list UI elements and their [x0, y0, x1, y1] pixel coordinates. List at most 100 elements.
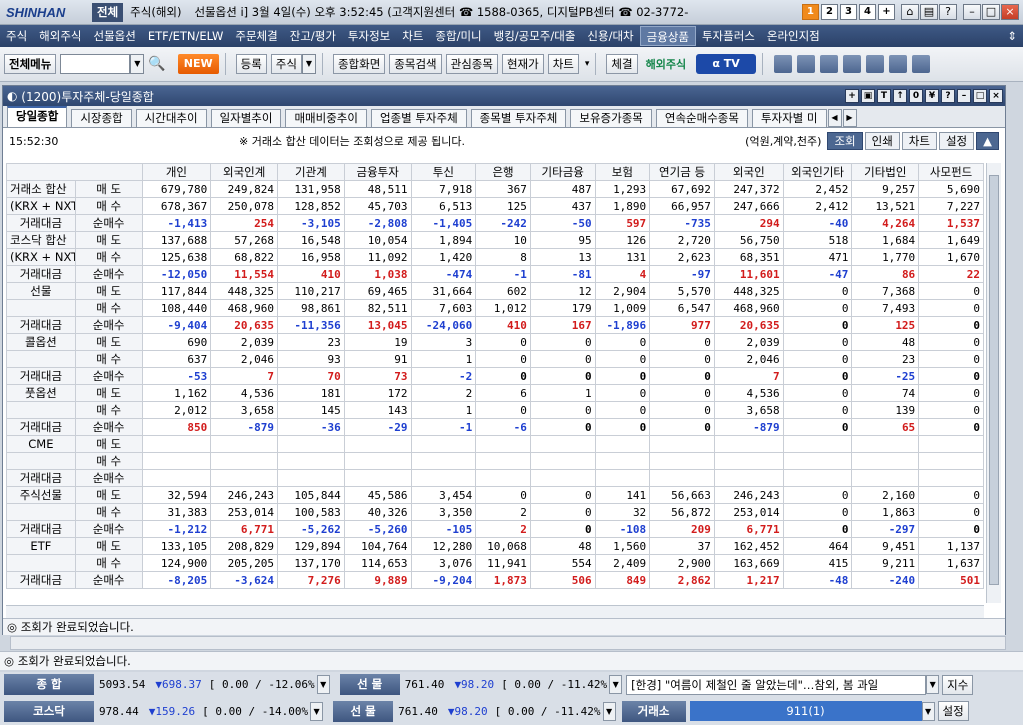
- tab-sector-investor[interactable]: 업종별 투자주체: [370, 109, 467, 127]
- menu-item-banking[interactable]: 뱅킹/공모주/대출: [488, 26, 582, 46]
- menu-item-online-branch[interactable]: 온라인지점: [761, 26, 826, 46]
- menu-item-financial-products[interactable]: 금융상품: [639, 26, 696, 46]
- overseas-stock-link[interactable]: 해외주식: [646, 56, 686, 72]
- menu-item-etf[interactable]: ETF/ETN/ELW: [142, 26, 230, 46]
- chart-button[interactable]: 차트: [547, 54, 579, 74]
- column-header[interactable]: 연기금 등: [649, 163, 715, 181]
- menu-item-stock[interactable]: 주식: [0, 26, 33, 46]
- zero-icon[interactable]: 0: [909, 89, 923, 103]
- stock-dropdown-icon[interactable]: ▼: [301, 54, 316, 74]
- menu-item-invest-info[interactable]: 투자정보: [342, 26, 396, 46]
- watchlist-button[interactable]: 관심종목: [445, 54, 498, 74]
- collapse-button[interactable]: ▲: [976, 132, 999, 150]
- screen-number-input[interactable]: [60, 54, 131, 74]
- home-icon[interactable]: ⌂: [901, 4, 919, 20]
- screen-save-icon[interactable]: [866, 55, 885, 73]
- column-header[interactable]: 사모펀드: [918, 163, 984, 181]
- horizontal-scrollbar[interactable]: [6, 605, 984, 619]
- column-header[interactable]: 보험: [594, 163, 651, 181]
- vertical-scroll-thumb[interactable]: [989, 175, 999, 585]
- tab-daily-trend[interactable]: 일자별추이: [210, 109, 282, 127]
- exchange-dropdown-icon[interactable]: ▼: [921, 701, 935, 721]
- kosdaq-dropdown-icon[interactable]: ▼: [310, 701, 324, 721]
- screen-1-button[interactable]: 1: [802, 4, 819, 20]
- menu-item-order[interactable]: 주문체결: [229, 26, 283, 46]
- column-header[interactable]: 외국인기타: [782, 163, 853, 181]
- alpha-tv-button[interactable]: α TV: [696, 54, 757, 74]
- add-icon[interactable]: +: [845, 89, 859, 103]
- column-header[interactable]: 기관계: [277, 163, 345, 181]
- current-price-button[interactable]: 현재가: [501, 54, 544, 74]
- window-maximize-icon[interactable]: □: [973, 89, 987, 103]
- menu-item-futures[interactable]: 선물옵션: [88, 26, 142, 46]
- query-button[interactable]: 조회: [827, 132, 863, 150]
- menu-item-invest-plus[interactable]: 투자플러스: [696, 26, 761, 46]
- window-layout-icon[interactable]: [843, 55, 862, 73]
- menu-scroll-icon[interactable]: ⇕: [1001, 26, 1023, 46]
- settings-button[interactable]: 설정: [938, 132, 975, 150]
- column-header[interactable]: 기타금융: [529, 163, 596, 181]
- add-screen-button[interactable]: +: [878, 4, 895, 20]
- tab-next-icon[interactable]: ▶: [842, 109, 857, 127]
- menu-item-mini[interactable]: 종합/미니: [429, 26, 487, 46]
- column-header[interactable]: 외국인계: [210, 163, 279, 181]
- column-header[interactable]: 개인: [141, 163, 212, 181]
- help-icon[interactable]: ?: [941, 89, 955, 103]
- tab-market-summary[interactable]: 시장종합: [71, 109, 132, 127]
- vertical-scrollbar[interactable]: [986, 163, 1001, 603]
- column-header[interactable]: 은행: [475, 163, 531, 181]
- tab-hourly-trend[interactable]: 시간대추이: [135, 109, 207, 127]
- tab-daily-summary[interactable]: 당일종합: [7, 106, 68, 127]
- all-menu-button[interactable]: 전체메뉴: [4, 54, 57, 74]
- help-icon[interactable]: ?: [939, 4, 957, 20]
- screen-4-button[interactable]: 4: [859, 4, 876, 20]
- ticker-settings-button[interactable]: 설정: [937, 701, 969, 721]
- text-icon[interactable]: T: [877, 89, 891, 103]
- menu-item-chart[interactable]: 차트: [396, 26, 429, 46]
- minimize-icon[interactable]: –: [963, 4, 981, 20]
- chart-view-button[interactable]: 차트: [901, 132, 937, 150]
- menu-item-balance[interactable]: 잔고/평가: [284, 26, 342, 46]
- screen-number-dropdown-icon[interactable]: ▼: [130, 54, 145, 74]
- futures-dropdown-icon[interactable]: ▼: [609, 675, 623, 694]
- tab-consecutive-buy[interactable]: 연속순매수종목: [655, 109, 748, 127]
- column-header[interactable]: 외국인: [713, 163, 784, 181]
- print-icon[interactable]: ▤: [920, 4, 938, 20]
- lock-icon[interactable]: [889, 55, 908, 73]
- register-button[interactable]: 등록: [235, 54, 267, 74]
- window-close-icon[interactable]: ×: [989, 89, 1003, 103]
- menu-item-credit[interactable]: 신용/대차: [581, 26, 639, 46]
- new-button[interactable]: NEW: [177, 54, 219, 74]
- tab-all[interactable]: 전체: [92, 2, 124, 22]
- screen-3-button[interactable]: 3: [840, 4, 857, 20]
- tab-prev-icon[interactable]: ◀: [827, 109, 842, 127]
- search-icon[interactable]: 🔍: [148, 56, 165, 72]
- overview-button[interactable]: 종합화면: [332, 54, 386, 74]
- window-minimize-icon[interactable]: –: [957, 89, 971, 103]
- tab-overseas-stock[interactable]: 주식(해외): [125, 3, 186, 22]
- share-icon[interactable]: ↑: [893, 89, 907, 103]
- settle-button[interactable]: 체결: [606, 54, 638, 74]
- calculator-icon[interactable]: [797, 55, 816, 73]
- index-button[interactable]: 지수: [942, 674, 974, 695]
- printer-icon[interactable]: [774, 55, 793, 73]
- column-header[interactable]: 투신: [410, 163, 477, 181]
- pin-icon[interactable]: ¥: [925, 89, 939, 103]
- toolbar-more-icon[interactable]: ▾: [585, 59, 590, 69]
- news-ticker[interactable]: [한경] "여름이 제철인 줄 알았는데"…참외, 봄 과일: [626, 674, 927, 695]
- tab-trade-ratio[interactable]: 매매비중추이: [285, 109, 367, 127]
- kospi-dropdown-icon[interactable]: ▼: [316, 675, 330, 694]
- gear-icon[interactable]: [820, 55, 839, 73]
- menu-item-overseas[interactable]: 해외주식: [33, 26, 87, 46]
- tab-by-investor[interactable]: 투자자별 미: [751, 109, 827, 127]
- stock-search-button[interactable]: 종목검색: [389, 54, 442, 74]
- tab-stock-investor[interactable]: 종목별 투자주체: [470, 109, 567, 127]
- news-dropdown-icon[interactable]: ▼: [926, 675, 940, 694]
- link-icon[interactable]: ▣: [861, 89, 875, 103]
- screen-2-button[interactable]: 2: [821, 4, 838, 20]
- close-icon[interactable]: ×: [1001, 4, 1019, 20]
- stock-select[interactable]: 주식: [270, 54, 302, 74]
- maximize-icon[interactable]: □: [982, 4, 1000, 20]
- futures-dropdown-icon-2[interactable]: ▼: [602, 701, 616, 721]
- print-button[interactable]: 인쇄: [864, 132, 900, 150]
